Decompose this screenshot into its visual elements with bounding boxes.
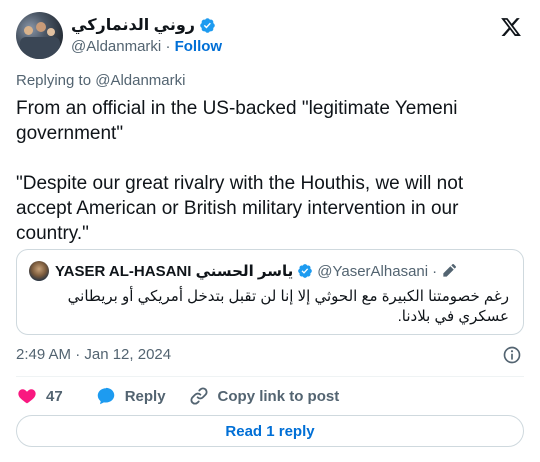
reply-bubble-icon	[97, 387, 114, 405]
reply-button[interactable]: Reply	[95, 385, 166, 407]
follow-button[interactable]: Follow	[175, 38, 223, 55]
verified-badge-icon	[200, 17, 215, 33]
replying-to-prefix: Replying to	[16, 72, 96, 89]
quoted-post[interactable]: YASER AL-HASANI ياسر الحسني @YaserAlhasa…	[16, 249, 524, 335]
x-logo-icon[interactable]	[500, 16, 522, 38]
quoted-post-header: YASER AL-HASANI ياسر الحسني @YaserAlhasa…	[29, 261, 511, 281]
author-info: روني الدنماركي @Aldanmarki · Follow	[71, 15, 222, 55]
separator-dot: ·	[165, 38, 171, 55]
quoted-author-handle: @YaserAlhasani	[317, 262, 429, 280]
like-count: 47	[46, 387, 63, 405]
quoted-author-avatar	[29, 261, 49, 281]
quoted-post-text: رغم خصومتنا الكبيرة مع الحوثي إلا إنا لن…	[67, 288, 509, 325]
reply-label: Reply	[124, 387, 166, 405]
author-display-name[interactable]: روني الدنماركي	[71, 15, 195, 35]
author-avatar[interactable]	[16, 12, 63, 59]
embedded-post: روني الدنماركي @Aldanmarki · Follow Repl…	[0, 0, 540, 462]
heart-icon	[18, 389, 36, 404]
pen-icon	[443, 264, 457, 277]
post-timestamp[interactable]: 2:49 AM · Jan 12, 2024	[16, 346, 171, 363]
replying-to: Replying to @Aldanmarki	[16, 72, 185, 89]
author-handle[interactable]: @Aldanmarki	[71, 38, 161, 55]
replying-to-mention[interactable]: @Aldanmarki	[95, 72, 185, 89]
post-text: From an official in the US-backed "legit…	[16, 98, 464, 244]
divider	[16, 376, 524, 377]
action-bar: 47 Reply Copy link to post	[16, 384, 339, 408]
post-header: روني الدنماركي @Aldanmarki · Follow	[16, 12, 524, 60]
read-replies-button[interactable]: Read 1 reply	[16, 415, 524, 447]
copy-link-label: Copy link to post	[217, 387, 340, 405]
author-handle-row: @Aldanmarki · Follow	[71, 38, 222, 55]
link-icon	[190, 387, 208, 405]
copy-link-button[interactable]: Copy link to post	[188, 385, 340, 407]
verified-badge-icon	[298, 264, 313, 278]
quoted-author-name: YASER AL-HASANI ياسر الحسني	[55, 263, 294, 280]
separator-dot: ·	[432, 262, 438, 280]
info-icon[interactable]	[502, 345, 522, 365]
like-button[interactable]: 47	[16, 385, 63, 407]
